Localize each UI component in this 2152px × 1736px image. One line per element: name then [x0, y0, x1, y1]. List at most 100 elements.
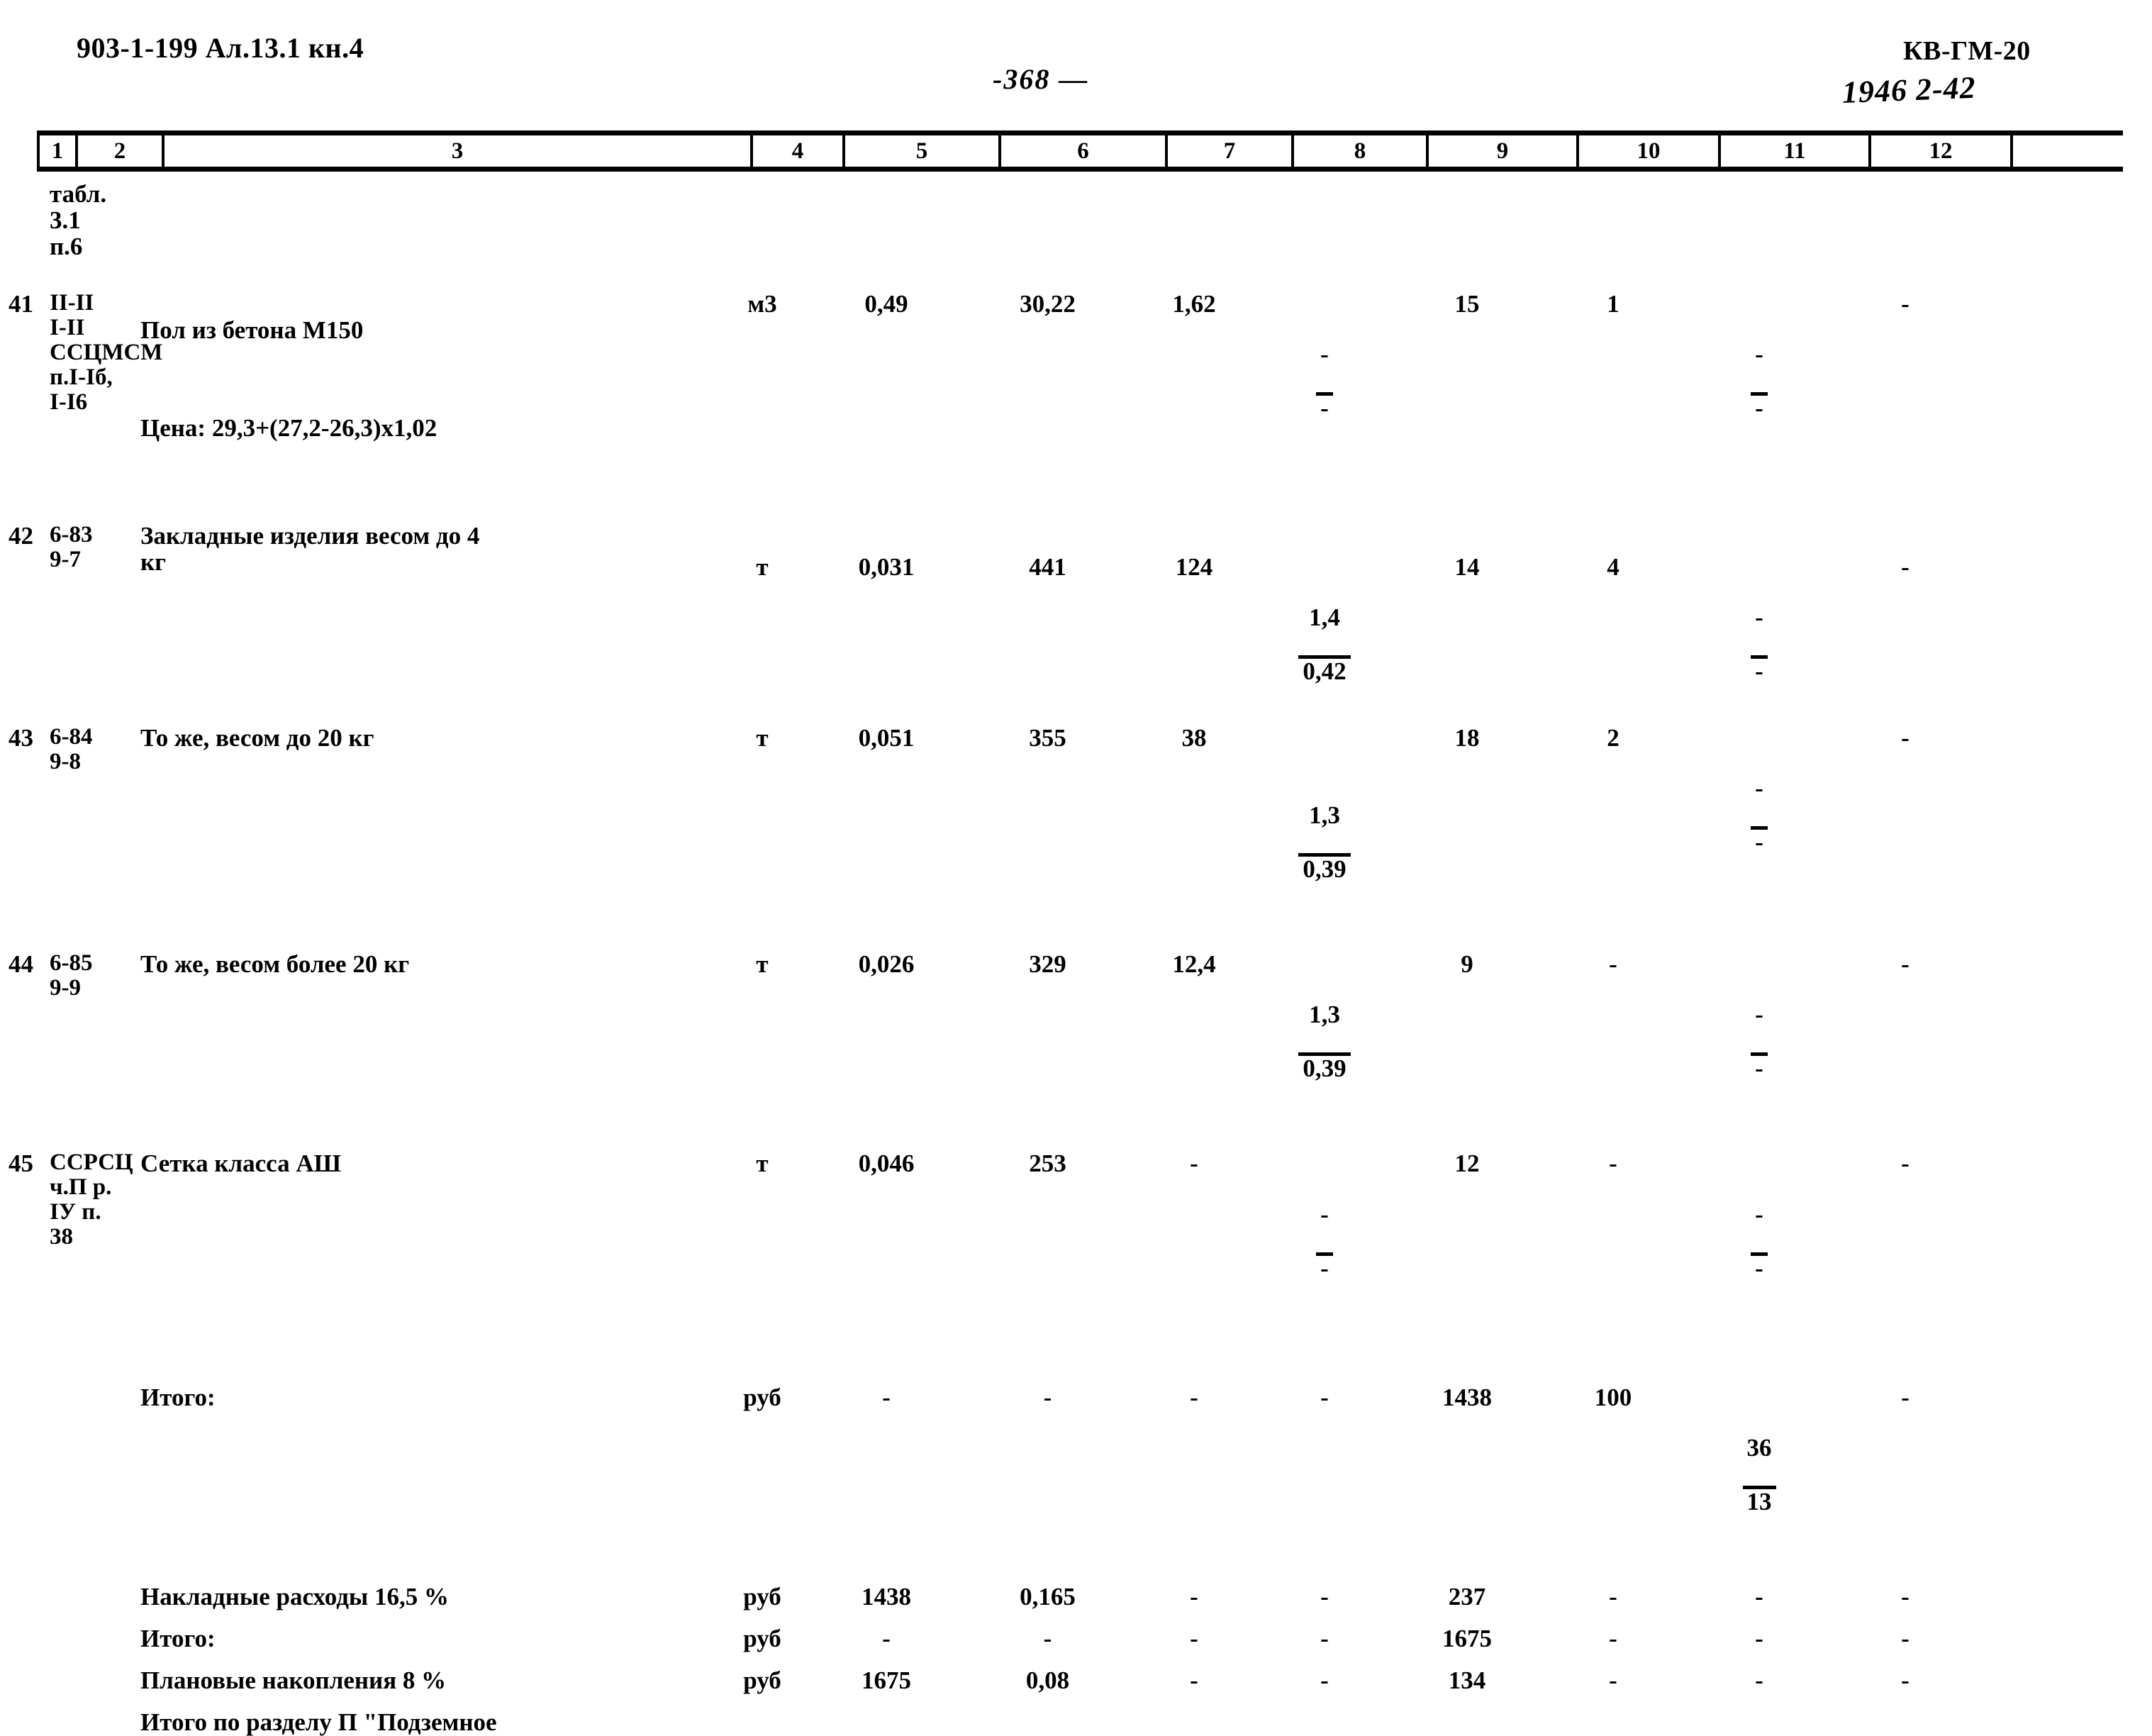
- row-col7: 1,62: [1172, 290, 1216, 318]
- fraction-value: - -: [1751, 751, 1768, 879]
- fraction-denominator: 0,42: [1298, 655, 1351, 684]
- fraction-denominator: 13: [1742, 1485, 1776, 1514]
- row-unit: т: [756, 552, 769, 581]
- row-quantity: 0,051: [858, 724, 915, 752]
- row-col8: 1,3 0,39: [1257, 951, 1392, 1106]
- column-header-7: 7: [1168, 135, 1294, 167]
- summary-unit: руб: [743, 1383, 781, 1411]
- row-unit-cost: 329: [1029, 950, 1066, 979]
- fraction-numerator: 1,4: [1309, 603, 1340, 631]
- row-col12: -: [1901, 1150, 1910, 1178]
- fraction-numerator: -: [1755, 603, 1763, 631]
- fraction-denominator: 0,39: [1298, 853, 1351, 881]
- summary-c6: -: [1043, 1624, 1052, 1652]
- sheet-code-header: КВ-ГМ-20: [1903, 36, 2031, 66]
- fraction-value: 1,4 0,42: [1298, 580, 1351, 708]
- fraction-numerator: -: [1320, 1200, 1329, 1228]
- summary-row: Итого: руб - - - - 1438 100 36 13 -: [0, 1384, 2152, 1540]
- row-col12: -: [1901, 724, 1910, 752]
- summary-c11: -: [1755, 1582, 1763, 1610]
- summary-unit: руб: [743, 1666, 781, 1694]
- fraction-value: - -: [1751, 580, 1768, 708]
- row-unit-cost: 253: [1029, 1150, 1066, 1178]
- row-description-price: Цена: 29,3+(27,2-26,3)х1,02: [140, 413, 437, 442]
- row-col12: -: [1901, 290, 1910, 318]
- row-col7: 124: [1175, 552, 1213, 581]
- row-description-main: Пол из бетона М150: [140, 316, 364, 345]
- row-col9: 15: [1454, 290, 1480, 318]
- row-col9: 12: [1454, 1150, 1480, 1178]
- row-col7: 12,4: [1172, 950, 1216, 979]
- table-row: 44 6-85 9-9 То же, весом более 20 кг т 0…: [0, 951, 2152, 1106]
- summary-c8: -: [1320, 1383, 1329, 1411]
- document-page: 903-1-199 Ал.13.1 кн.4 -368 — КВ-ГМ-20 1…: [0, 0, 2152, 1735]
- fraction-denominator: -: [1316, 392, 1333, 421]
- column-header-1: 1: [37, 135, 78, 167]
- summary-c6: 0,08: [1025, 1666, 1070, 1694]
- fraction-denominator: -: [1751, 826, 1768, 855]
- table-row: 45 ССРСЦ ч.П р. IУ п. 38 Сетка класса АШ…: [0, 1150, 2152, 1306]
- summary-unit: руб: [743, 1582, 781, 1610]
- page-number: -368 —: [993, 63, 1089, 95]
- summary-label: Итого:: [140, 1383, 216, 1411]
- column-header-12: 12: [1871, 135, 2013, 167]
- row-number: 42: [9, 521, 33, 550]
- row-number: 45: [9, 1150, 33, 1178]
- fraction-denominator: -: [1751, 392, 1768, 421]
- row-unit: т: [756, 950, 769, 979]
- column-header-6: 6: [1001, 135, 1168, 167]
- row-unit-cost: 441: [1029, 552, 1066, 581]
- summary-c12: -: [1901, 1624, 1910, 1652]
- row-col8: - -: [1257, 291, 1392, 446]
- document-code-header: 903-1-199 Ал.13.1 кн.4: [77, 32, 364, 64]
- row-col9: 14: [1454, 552, 1480, 581]
- fraction-numerator: 36: [1746, 1433, 1772, 1462]
- summary-c10: -: [1609, 1666, 1617, 1694]
- fraction-value: 1,3 0,39: [1298, 977, 1351, 1106]
- row-quantity: 0,49: [864, 290, 908, 318]
- summary-c8: -: [1320, 1582, 1329, 1610]
- summary-label: Плановые накопления 8 %: [140, 1666, 447, 1694]
- fraction-numerator: -: [1755, 774, 1763, 803]
- summary-c11: 36 13: [1684, 1384, 1834, 1540]
- row-col11: - -: [1684, 725, 1834, 880]
- summary-c11: -: [1755, 1624, 1763, 1652]
- row-col11: - -: [1684, 291, 1834, 446]
- summary-c5: -: [882, 1624, 891, 1652]
- fraction-numerator: -: [1320, 340, 1329, 369]
- table-row: 42 6-83 9-7 Закладные изделия весом до 4…: [0, 521, 2152, 709]
- row-description: То же, весом более 20 кг: [140, 950, 410, 979]
- row-description: Закладные изделия весом до 4 кг: [140, 521, 480, 576]
- summary-c5: -: [882, 1383, 891, 1411]
- fraction-numerator: 1,3: [1309, 1001, 1340, 1029]
- row-unit: т: [756, 724, 769, 752]
- row-col10: 2: [1607, 724, 1619, 752]
- fraction-numerator: -: [1755, 340, 1763, 369]
- fraction-denominator: -: [1751, 1252, 1768, 1281]
- summary-c5: 1438: [862, 1582, 911, 1610]
- row-col10: -: [1609, 950, 1617, 979]
- column-header-4: 4: [753, 135, 845, 167]
- table-row: 41 II-II I-II ССЦМСМ п.I-Iб, I-I6 Пол из…: [0, 291, 2152, 467]
- column-header-11: 11: [1721, 135, 1871, 167]
- row-unit: м3: [747, 290, 777, 318]
- summary-c10: -: [1609, 1624, 1617, 1652]
- column-header-2: 2: [78, 135, 165, 167]
- row-col11: - -: [1684, 951, 1834, 1106]
- fraction-value: - -: [1751, 1177, 1768, 1306]
- fraction-denominator: 0,39: [1298, 1052, 1351, 1081]
- summary-c8: -: [1320, 1624, 1329, 1652]
- row-spacer: [0, 260, 2152, 278]
- row-col11: - -: [1684, 1150, 1834, 1306]
- summary-c9: 237: [1448, 1582, 1486, 1610]
- row-quantity: 0,031: [858, 552, 915, 581]
- summary-c10: 100: [1594, 1383, 1632, 1411]
- summary-c7: -: [1190, 1582, 1198, 1610]
- fraction-value: - -: [1751, 977, 1768, 1106]
- column-header-5: 5: [845, 135, 1001, 167]
- row-unit-cost: 30,22: [1020, 290, 1076, 318]
- section-total-label: Итого по разделу П "Подземное: [140, 1708, 497, 1736]
- handwritten-stamp: 1946 2-42: [1841, 69, 1977, 110]
- column-header-3: 3: [165, 135, 753, 167]
- fraction-denominator: -: [1751, 1052, 1768, 1081]
